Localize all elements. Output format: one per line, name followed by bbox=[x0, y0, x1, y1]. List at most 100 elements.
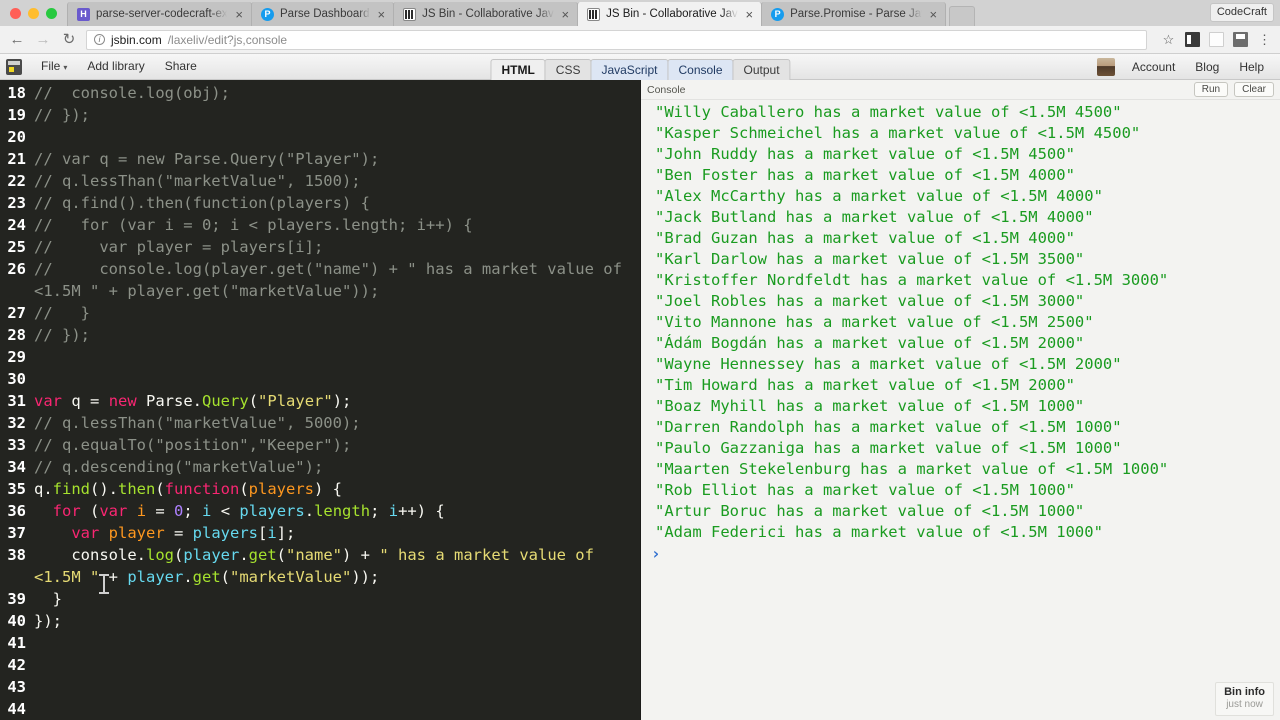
line-number: 23 bbox=[7, 194, 26, 212]
code-line[interactable]: 35 q.find().then(function(players) { bbox=[0, 478, 640, 500]
console-prompt-icon[interactable]: › bbox=[641, 543, 1280, 565]
link-blog[interactable]: Blog bbox=[1185, 54, 1229, 80]
clear-button[interactable]: Clear bbox=[1234, 82, 1274, 97]
code-line[interactable]: 25 // var player = players[i]; bbox=[0, 236, 640, 258]
parse-icon bbox=[771, 7, 785, 21]
new-tab-button[interactable] bbox=[949, 6, 976, 26]
tab-javascript[interactable]: JavaScript bbox=[590, 58, 669, 80]
close-window-button[interactable] bbox=[10, 7, 21, 19]
token-def bbox=[127, 502, 136, 520]
token-cmt: // }); bbox=[34, 106, 90, 124]
link-help[interactable]: Help bbox=[1229, 54, 1274, 80]
tab-output[interactable]: Output bbox=[732, 58, 791, 80]
code-line[interactable]: 36 for (var i = 0; i < players.length; i… bbox=[0, 500, 640, 522]
maximize-window-button[interactable] bbox=[46, 7, 57, 19]
blank-extension-icon[interactable] bbox=[1209, 32, 1224, 47]
token-cmt: // console.log(obj); bbox=[34, 84, 230, 102]
code-line[interactable]: 23 // q.find().then(function(players) { bbox=[0, 192, 640, 214]
code-line[interactable]: 29 bbox=[0, 346, 640, 368]
reload-button[interactable]: ↻ bbox=[60, 32, 78, 47]
code-line[interactable]: 19 // }); bbox=[0, 104, 640, 126]
browser-tab[interactable]: JS Bin - Collaborative JavaScr × bbox=[577, 2, 763, 26]
token-var2: players bbox=[239, 502, 305, 520]
tab-html[interactable]: HTML bbox=[490, 58, 546, 80]
profile-badge[interactable]: CodeCraft bbox=[1209, 3, 1274, 22]
browser-tab[interactable]: JS Bin - Collaborative JavaScr × bbox=[393, 2, 579, 26]
code-line[interactable]: 26 // console.log(player.get("name") + " … bbox=[0, 258, 640, 302]
menu-share[interactable]: Share bbox=[155, 53, 207, 81]
code-line[interactable]: 20 bbox=[0, 126, 640, 148]
code-line[interactable]: 37 var player = players[i]; bbox=[0, 522, 640, 544]
code-line[interactable]: 42 bbox=[0, 654, 640, 676]
line-number: 28 bbox=[7, 326, 26, 344]
link-account[interactable]: Account bbox=[1122, 54, 1185, 80]
tab-console[interactable]: Console bbox=[667, 58, 734, 80]
console-line: "Rob Elliot has a market value of <1.5M … bbox=[655, 481, 1075, 499]
menu-file[interactable]: File ▾ bbox=[31, 53, 77, 81]
code-line[interactable]: 32 // q.lessThan("marketValue", 5000); bbox=[0, 412, 640, 434]
code-line[interactable]: 33 // q.equalTo("position","Keeper"); bbox=[0, 434, 640, 456]
minimize-window-button[interactable] bbox=[28, 7, 39, 19]
avatar[interactable] bbox=[1096, 57, 1115, 76]
code-text: // q.lessThan("marketValue", 1500); bbox=[34, 170, 640, 192]
console-line: "Willy Caballero has a market value of <… bbox=[655, 103, 1122, 121]
javascript-editor[interactable]: 18 // console.log(obj); 19 // }); 20 21 // va… bbox=[0, 80, 640, 720]
run-button[interactable]: Run bbox=[1193, 82, 1229, 97]
code-line[interactable]: 30 bbox=[0, 368, 640, 390]
code-line[interactable]: 31 var q = new Parse.Query("Player"); bbox=[0, 390, 640, 412]
bookmark-star-icon[interactable]: ☆ bbox=[1161, 32, 1176, 47]
token-cmt: // }); bbox=[34, 326, 90, 344]
code-line[interactable]: 22 // q.lessThan("marketValue", 1500); bbox=[0, 170, 640, 192]
line-number: 25 bbox=[7, 238, 26, 256]
jsbin-logo-icon[interactable] bbox=[6, 58, 22, 75]
code-line[interactable]: 34 // q.descending("marketValue"); bbox=[0, 456, 640, 478]
extension-2-icon[interactable] bbox=[1233, 32, 1248, 47]
close-tab-icon[interactable]: × bbox=[233, 8, 245, 21]
address-bar[interactable]: jsbin.com/laxeliv/edit?js,console bbox=[86, 29, 1147, 50]
code-line[interactable]: 38 console.log(player.get("name") + " ha… bbox=[0, 544, 640, 588]
close-tab-icon[interactable]: × bbox=[928, 8, 940, 21]
token-fn: find bbox=[52, 480, 90, 498]
code-line[interactable]: 24 // for (var i = 0; i < players.length;… bbox=[0, 214, 640, 236]
bin-info-panel[interactable]: Bin info just now bbox=[1215, 682, 1274, 716]
browser-tab[interactable]: Parse.Promise - Parse JavaScr × bbox=[761, 2, 947, 26]
back-button[interactable]: ← bbox=[8, 32, 26, 47]
forward-button[interactable]: → bbox=[34, 32, 52, 47]
code-line[interactable]: 44 bbox=[0, 698, 640, 720]
close-tab-icon[interactable]: × bbox=[560, 8, 572, 21]
close-tab-icon[interactable]: × bbox=[744, 8, 756, 21]
code-line[interactable]: 21 // var q = new Parse.Query("Player"); bbox=[0, 148, 640, 170]
code-line[interactable]: 27 // } bbox=[0, 302, 640, 324]
code-line[interactable]: 28 // }); bbox=[0, 324, 640, 346]
browser-tab[interactable]: Parse Dashboard × bbox=[251, 2, 395, 26]
console-line: "Boaz Myhill has a market value of <1.5M… bbox=[655, 397, 1085, 415]
tab-title: Parse Dashboard bbox=[280, 8, 370, 20]
token-var2: players bbox=[192, 524, 258, 542]
token-kw: function bbox=[164, 480, 240, 498]
toolbar-icons: ☆ ⋮ bbox=[1155, 32, 1272, 47]
console-output[interactable]: "Willy Caballero has a market value of <… bbox=[641, 100, 1280, 720]
tab-css[interactable]: CSS bbox=[544, 58, 592, 80]
token-def: [ bbox=[258, 524, 268, 542]
code-line[interactable]: 39 } bbox=[0, 588, 640, 610]
menu-add-library[interactable]: Add library bbox=[77, 53, 154, 81]
token-kw: var bbox=[34, 392, 62, 410]
code-line[interactable]: 43 bbox=[0, 676, 640, 698]
code-line[interactable]: 40}); bbox=[0, 610, 640, 632]
bin-info-title: Bin info bbox=[1224, 686, 1265, 698]
tab-title: Parse.Promise - Parse JavaScr bbox=[790, 8, 922, 20]
code-line[interactable]: 41 bbox=[0, 632, 640, 654]
close-tab-icon[interactable]: × bbox=[376, 8, 388, 21]
code-line[interactable]: 18 // console.log(obj); bbox=[0, 82, 640, 104]
menu-label: Add library bbox=[87, 58, 145, 73]
token-def: ( bbox=[276, 546, 287, 564]
url-host: jsbin.com bbox=[111, 32, 162, 47]
site-info-icon[interactable] bbox=[94, 34, 105, 45]
window-controls bbox=[8, 0, 67, 26]
browser-tab[interactable]: parse-server-codecraft-examp × bbox=[67, 2, 252, 26]
token-num: 0 bbox=[174, 502, 184, 520]
chrome-menu-icon[interactable]: ⋮ bbox=[1257, 32, 1272, 47]
token-def: = bbox=[146, 502, 175, 520]
extension-icon[interactable] bbox=[1185, 32, 1200, 47]
